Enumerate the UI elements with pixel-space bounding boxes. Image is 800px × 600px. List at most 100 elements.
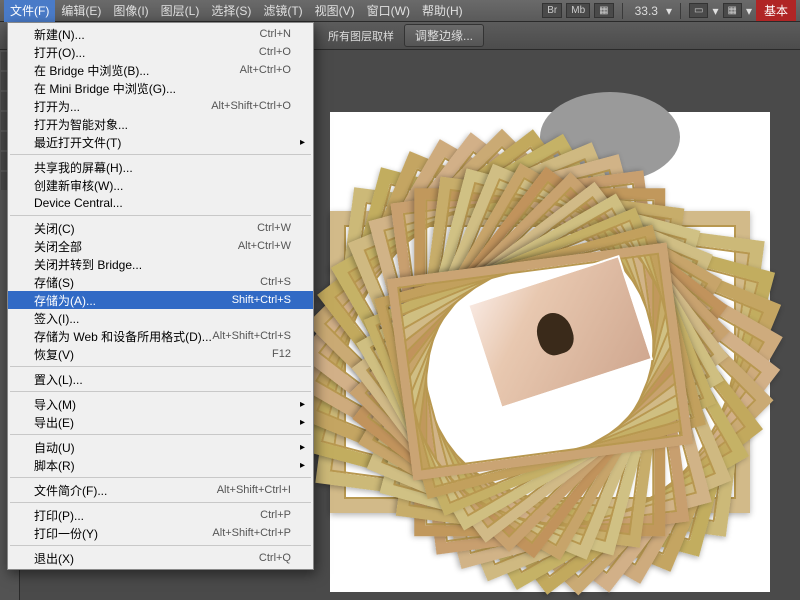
menu-separator (10, 477, 311, 478)
dropdown-arrow-icon[interactable]: ▾ (746, 4, 752, 18)
menu-item-label: 在 Mini Bridge 中浏览(G)... (34, 80, 291, 97)
menu-item--web-d-[interactable]: 存储为 Web 和设备所用格式(D)...Alt+Shift+Ctrl+S (8, 327, 313, 345)
menu-item--r-[interactable]: 脚本(R) (8, 456, 313, 474)
menu-item-shortcut: F12 (272, 348, 291, 360)
menu-item-label: 导出(E) (34, 414, 291, 431)
menu-item-label: 打开(O)... (34, 44, 259, 61)
menu-item-label: 关闭(C) (34, 220, 257, 237)
menu-item-label: 导入(M) (34, 396, 291, 413)
menu-item-shortcut: Alt+Shift+Ctrl+S (212, 330, 291, 342)
menu-item-label: 恢复(V) (34, 346, 272, 363)
menu-item--f-[interactable]: 文件简介(F)...Alt+Shift+Ctrl+I (8, 481, 313, 499)
menu-item-shortcut: Alt+Ctrl+W (238, 240, 291, 252)
menu-select[interactable]: 选择(S) (205, 0, 257, 22)
menu-item--o-[interactable]: 打开(O)...Ctrl+O (8, 43, 313, 61)
menu-filter[interactable]: 滤镜(T) (257, 0, 308, 22)
menu-separator (10, 391, 311, 392)
screen-mode-button[interactable]: ▭ (689, 3, 708, 18)
menu-item--bridge-[interactable]: 关闭并转到 Bridge... (8, 255, 313, 273)
refine-edge-button[interactable]: 调整边缘... (404, 24, 484, 47)
menubar-right: Br Mb ▦ 33.3 ▾ ▭ ▾ ▦ ▾ 基本 (542, 0, 796, 21)
menu-separator (10, 434, 311, 435)
menu-item-label: 存储为 Web 和设备所用格式(D)... (34, 328, 212, 345)
menu-item-label: 文件简介(F)... (34, 482, 217, 499)
menu-item--c-[interactable]: 关闭(C)Ctrl+W (8, 219, 313, 237)
menu-item--e-[interactable]: 导出(E) (8, 413, 313, 431)
menubar: 文件(F) 编辑(E) 图像(I) 图层(L) 选择(S) 滤镜(T) 视图(V… (0, 0, 800, 22)
menu-view[interactable]: 视图(V) (309, 0, 361, 22)
menu-item-shortcut: Alt+Shift+Ctrl+I (217, 484, 291, 496)
menu-item-label: 自动(U) (34, 439, 291, 456)
menu-item-label: 存储(S) (34, 274, 260, 291)
menu-image[interactable]: 图像(I) (107, 0, 154, 22)
menu-item-shortcut: Shift+Ctrl+S (232, 294, 291, 306)
bridge-button[interactable]: Br (542, 3, 562, 18)
sample-all-layers-label: 所有图层取样 (328, 28, 394, 44)
menu-item--[interactable]: 打开为...Alt+Shift+Ctrl+O (8, 97, 313, 115)
zoom-value[interactable]: 33.3 (631, 4, 662, 18)
menu-separator (10, 154, 311, 155)
menu-item--h-[interactable]: 共享我的屏幕(H)... (8, 158, 313, 176)
menu-item-label: 最近打开文件(T) (34, 134, 291, 151)
document-canvas[interactable] (330, 112, 770, 592)
menu-item--[interactable]: 打开为智能对象... (8, 115, 313, 133)
menu-item--n-[interactable]: 新建(N)...Ctrl+N (8, 25, 313, 43)
menu-separator (10, 366, 311, 367)
menu-item-label: 打开为... (34, 98, 211, 115)
menu-item-label: 打印(P)... (34, 507, 260, 524)
grid-button[interactable]: ▦ (594, 3, 613, 18)
menu-item-label: 创建新审核(W)... (34, 177, 291, 194)
menu-item--p-[interactable]: 打印(P)...Ctrl+P (8, 506, 313, 524)
file-menu-dropdown: 新建(N)...Ctrl+N打开(O)...Ctrl+O在 Bridge 中浏览… (7, 22, 314, 570)
workspace-basic-button[interactable]: 基本 (756, 0, 796, 21)
menu-edit[interactable]: 编辑(E) (55, 0, 107, 22)
menu-item-label: 在 Bridge 中浏览(B)... (34, 62, 240, 79)
menu-item-label: 共享我的屏幕(H)... (34, 159, 291, 176)
menu-item-label: 脚本(R) (34, 457, 291, 474)
menu-file[interactable]: 文件(F) (4, 0, 55, 22)
menu-separator (10, 215, 311, 216)
menu-item-label: 签入(I)... (34, 310, 291, 327)
menu-item-label: 存储为(A)... (34, 292, 232, 309)
menu-item--x-[interactable]: 退出(X)Ctrl+Q (8, 549, 313, 567)
menu-layer[interactable]: 图层(L) (155, 0, 206, 22)
menu-separator (10, 502, 311, 503)
menu-item-label: 退出(X) (34, 550, 259, 567)
menu-item--s-[interactable]: 存储(S)Ctrl+S (8, 273, 313, 291)
menu-item-label: 打开为智能对象... (34, 116, 291, 133)
menu-item-device-central-[interactable]: Device Central... (8, 194, 313, 212)
menu-item--l-[interactable]: 置入(L)... (8, 370, 313, 388)
menu-item-label: 关闭全部 (34, 238, 238, 255)
menu-item--mini-bridge-g-[interactable]: 在 Mini Bridge 中浏览(G)... (8, 79, 313, 97)
menu-item-label: 置入(L)... (34, 371, 291, 388)
menu-item-label: 打印一份(Y) (34, 525, 212, 542)
menu-item--u-[interactable]: 自动(U) (8, 438, 313, 456)
menu-item-label: Device Central... (34, 196, 291, 210)
menu-item-shortcut: Ctrl+O (259, 46, 291, 58)
minibridge-button[interactable]: Mb (566, 3, 590, 18)
menu-item-shortcut: Alt+Ctrl+O (240, 64, 291, 76)
menu-item--i-[interactable]: 签入(I)... (8, 309, 313, 327)
arrange-button[interactable]: ▦ (723, 3, 742, 18)
menu-item--[interactable]: 关闭全部Alt+Ctrl+W (8, 237, 313, 255)
menu-window[interactable]: 窗口(W) (361, 0, 416, 22)
menu-item--a-[interactable]: 存储为(A)...Shift+Ctrl+S (8, 291, 313, 309)
menu-item--w-[interactable]: 创建新审核(W)... (8, 176, 313, 194)
zoom-arrow-icon[interactable]: ▾ (666, 4, 672, 18)
menu-item-shortcut: Ctrl+S (260, 276, 291, 288)
menu-item-shortcut: Ctrl+P (260, 509, 291, 521)
menu-item-shortcut: Alt+Shift+Ctrl+P (212, 527, 291, 539)
menu-item-shortcut: Ctrl+W (257, 222, 291, 234)
menu-item--m-[interactable]: 导入(M) (8, 395, 313, 413)
menu-separator (10, 545, 311, 546)
menu-item--t-[interactable]: 最近打开文件(T) (8, 133, 313, 151)
menu-item-shortcut: Ctrl+Q (259, 552, 291, 564)
menu-item--v-[interactable]: 恢复(V)F12 (8, 345, 313, 363)
menu-item-shortcut: Ctrl+N (260, 28, 291, 40)
menu-item-label: 新建(N)... (34, 26, 260, 43)
menu-item-label: 关闭并转到 Bridge... (34, 256, 291, 273)
menu-help[interactable]: 帮助(H) (416, 0, 469, 22)
menu-item--y-[interactable]: 打印一份(Y)Alt+Shift+Ctrl+P (8, 524, 313, 542)
dropdown-arrow-icon[interactable]: ▾ (712, 4, 718, 18)
menu-item--bridge-b-[interactable]: 在 Bridge 中浏览(B)...Alt+Ctrl+O (8, 61, 313, 79)
